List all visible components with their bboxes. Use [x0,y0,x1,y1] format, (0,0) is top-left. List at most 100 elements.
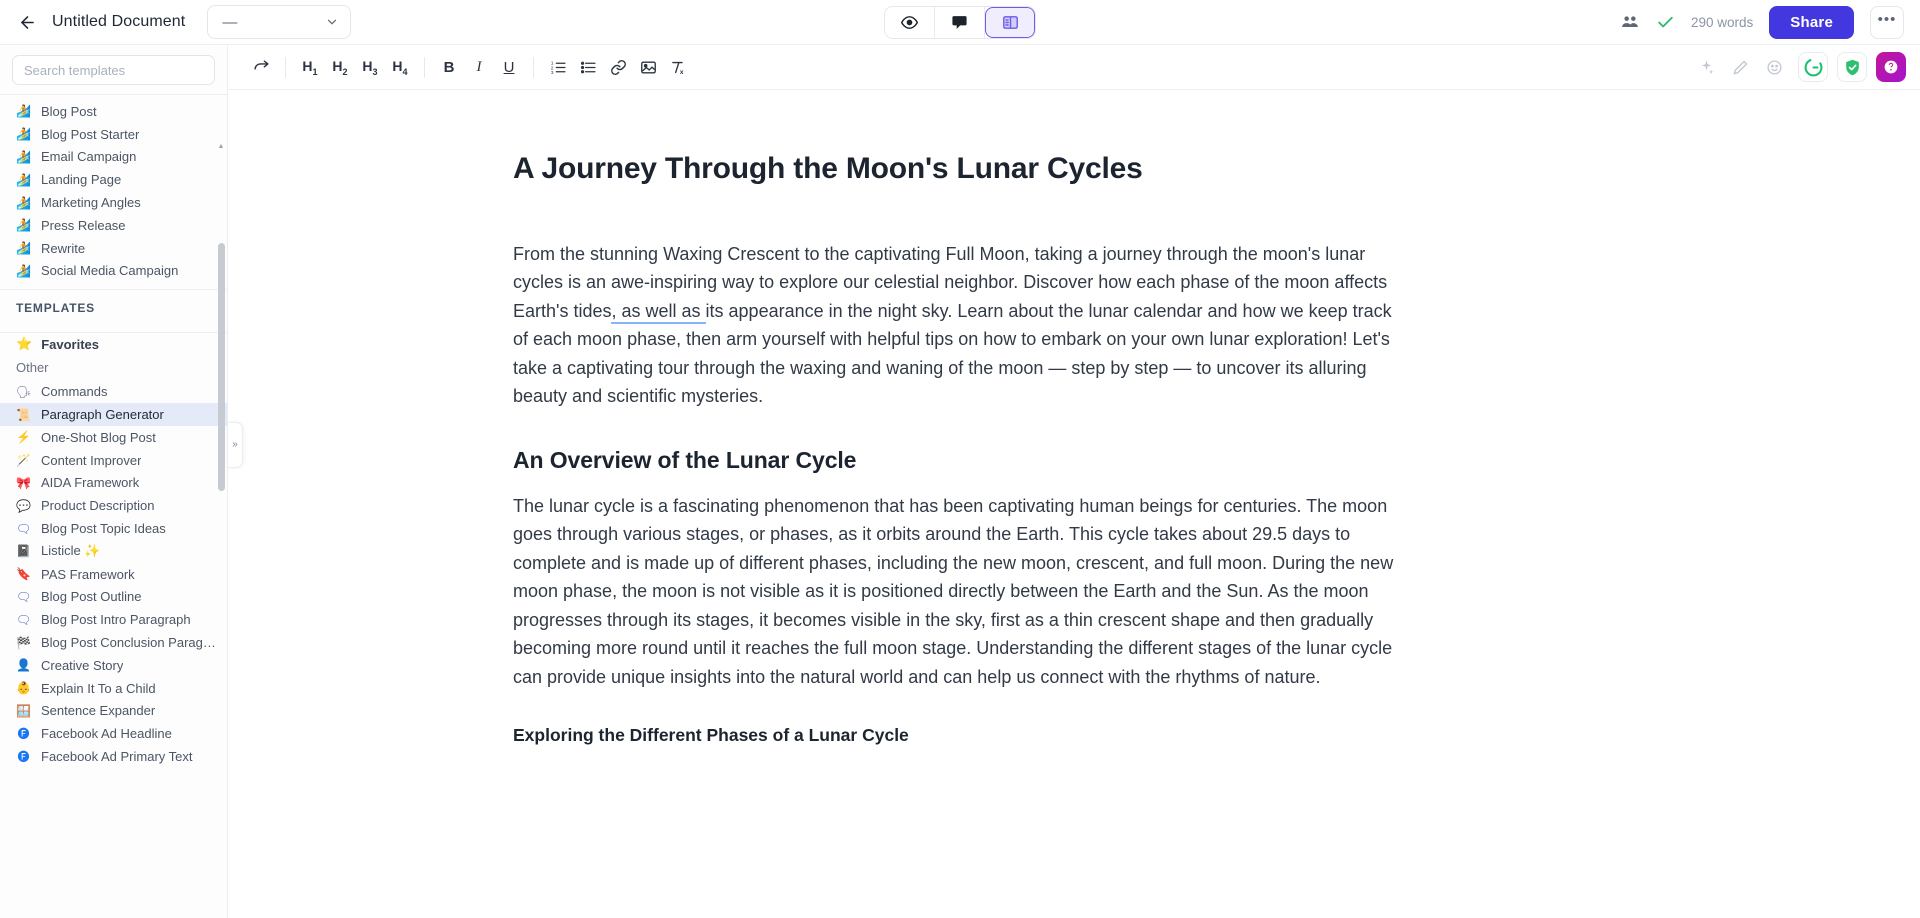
pen-icon[interactable] [1726,53,1754,81]
templates-scroll-area[interactable]: 🏄Blog Post🏄Blog Post Starter🏄Email Campa… [0,94,227,918]
sidebar-quick-rewrite[interactable]: 🏄 Rewrite [0,237,227,260]
quick-templates-list: 🏄Blog Post🏄Blog Post Starter🏄Email Campa… [0,100,227,282]
sparkle-icon[interactable] [1692,53,1720,81]
brand-badge-icon[interactable] [1876,52,1906,82]
sidebar-item-sentence-expander[interactable]: 🪟Sentence Expander [0,700,227,723]
sidebar-item-pas-framework[interactable]: 🔖PAS Framework [0,563,227,586]
search-wrap [0,45,227,94]
view-mode-group [884,6,1036,39]
view-mode-split[interactable] [985,7,1035,38]
bold-button[interactable]: B [435,53,463,81]
sidebar-item-facebook-ad-primary-text[interactable]: 🅕Facebook Ad Primary Text [0,745,227,768]
sidebar-collapse-handle[interactable]: » [228,422,243,468]
chat-box-icon: 🗨 [16,521,31,536]
surfer-icon: 🏄 [16,241,31,256]
document-heading-2: An Overview of the Lunar Cycle [513,447,1403,474]
sidebar-item-favorites[interactable]: ⭐ Favorites [0,333,227,355]
sidebar-item-label: Email Campaign [41,149,136,164]
document-paper: A Journey Through the Moon's Lunar Cycle… [228,90,1920,918]
heading-h2-button[interactable]: H2 [326,53,354,81]
heading-label: H4 [392,58,407,77]
image-icon[interactable] [634,53,662,81]
sidebar-item-commands[interactable]: 🗣Commands [0,380,227,403]
back-arrow-icon[interactable] [14,9,40,35]
sidebar-section-templates: TEMPLATES [0,290,227,325]
sidebar-item-label: Facebook Ad Headline [41,726,172,741]
sidebar-group-other: Other [0,355,227,380]
sidebar-quick-email-campaign[interactable]: 🏄Email Campaign [0,146,227,169]
ribbon-icon: 🎀 [16,475,31,490]
sidebar-item-aida-framework[interactable]: 🎀AIDA Framework [0,472,227,495]
app-root: Untitled Document — [0,0,1920,918]
clear-formatting-icon[interactable]: x [664,53,692,81]
sidebar-item-listicle[interactable]: 📓Listicle ✨ [0,540,227,563]
view-mode-comments[interactable] [935,7,985,38]
sidebar-item-content-improver[interactable]: 🪄Content Improver [0,449,227,472]
document-paragraph-2: The lunar cycle is a fascinating phenome… [513,492,1403,692]
surfer-icon: 🏄 [16,127,31,142]
favorites-label: Favorites [41,337,99,352]
sidebar-quick-landing-page[interactable]: 🏄Landing Page [0,168,227,191]
bullet-list-icon[interactable] [574,53,602,81]
shield-check-icon[interactable] [1837,52,1867,82]
sidebar-quick-marketing-angles[interactable]: 🏄Marketing Angles [0,191,227,214]
sidebar-quick-blog-post[interactable]: 🏄Blog Post [0,100,227,123]
sidebar-item-label: Blog Post [41,104,97,119]
smiley-icon[interactable] [1760,53,1788,81]
sidebar-item-blog-post-topic-ideas[interactable]: 🗨Blog Post Topic Ideas [0,517,227,540]
surfer-icon: 🏄 [16,172,31,187]
sidebar-item-label: Press Release [41,218,126,233]
sidebar-scrollbar-thumb[interactable] [218,243,225,491]
grammarly-icon[interactable] [1798,52,1828,82]
sidebar-quick-blog-post-starter[interactable]: 🏄 Blog Post Starter [0,123,227,146]
link-icon[interactable] [604,53,632,81]
underline-button[interactable]: U [495,53,523,81]
collaborators-icon[interactable] [1620,12,1640,32]
chevron-down-icon [325,15,339,29]
document-heading-1: A Journey Through the Moon's Lunar Cycle… [513,150,1403,188]
saved-check-icon [1656,13,1675,32]
redo-icon[interactable] [247,53,275,81]
document-scroll-area[interactable]: A Journey Through the Moon's Lunar Cycle… [228,90,1920,918]
sidebar-item-label: Product Description [41,498,154,513]
sidebar-item-explain-it-to-a-child[interactable]: 👶Explain It To a Child [0,677,227,700]
sidebar-item-label: Marketing Angles [41,195,141,210]
sidebar-quick-press-release[interactable]: 🏄Press Release [0,214,227,237]
toolbar-right-group [1691,52,1906,82]
templates-list: 🗣Commands📜Paragraph Generator⚡One-Shot B… [0,380,227,768]
sidebar-item-one-shot-blog-post[interactable]: ⚡One-Shot Blog Post [0,426,227,449]
document-type-select[interactable]: — [207,5,351,39]
document-content[interactable]: A Journey Through the Moon's Lunar Cycle… [513,150,1403,746]
heading-h3-button[interactable]: H3 [356,53,384,81]
svg-text:3: 3 [550,69,553,75]
sidebar-item-blog-post-conclusion-parag[interactable]: 🏁Blog Post Conclusion Parag… [0,631,227,654]
sidebar-item-label: Rewrite [41,241,85,256]
facebook-icon: 🅕 [16,749,31,764]
document-title[interactable]: Untitled Document [52,13,185,31]
heading-h1-button[interactable]: H1 [296,53,324,81]
sidebar-quick-social-media-campaign[interactable]: 🏄Social Media Campaign [0,260,227,283]
toolbar-sep-1 [285,57,286,78]
pass-badge-icon: 🔖 [16,567,31,582]
sidebar-scrollbar[interactable] [218,147,225,918]
sidebar-item-blog-post-intro-paragraph[interactable]: 🗨Blog Post Intro Paragraph [0,608,227,631]
sidebar-item-label: Content Improver [41,453,141,468]
surfer-icon: 🏄 [16,263,31,278]
sidebar-item-creative-story[interactable]: 👤Creative Story [0,654,227,677]
toolbar-history-group [246,53,276,81]
heading-h4-button[interactable]: H4 [386,53,414,81]
share-button[interactable]: Share [1769,6,1854,39]
sidebar-item-label: Blog Post Starter [41,127,139,142]
search-templates-input[interactable] [12,55,215,85]
sidebar-item-product-description[interactable]: 💬Product Description [0,494,227,517]
checkered-flag-icon: 🏁 [16,635,31,650]
ordered-list-icon[interactable]: 123 [544,53,572,81]
more-options-button[interactable]: ••• [1870,6,1904,39]
grammar-suggestion-text[interactable]: , as well as [611,301,705,324]
view-mode-preview[interactable] [885,7,935,38]
sidebar-item-facebook-ad-headline[interactable]: 🅕Facebook Ad Headline [0,722,227,745]
sidebar-item-paragraph-generator[interactable]: 📜Paragraph Generator [0,403,227,426]
editor-column: H1H2H3 H4 B I U 123 [228,45,1920,918]
italic-button[interactable]: I [465,53,493,81]
sidebar-item-blog-post-outline[interactable]: 🗨Blog Post Outline [0,586,227,609]
